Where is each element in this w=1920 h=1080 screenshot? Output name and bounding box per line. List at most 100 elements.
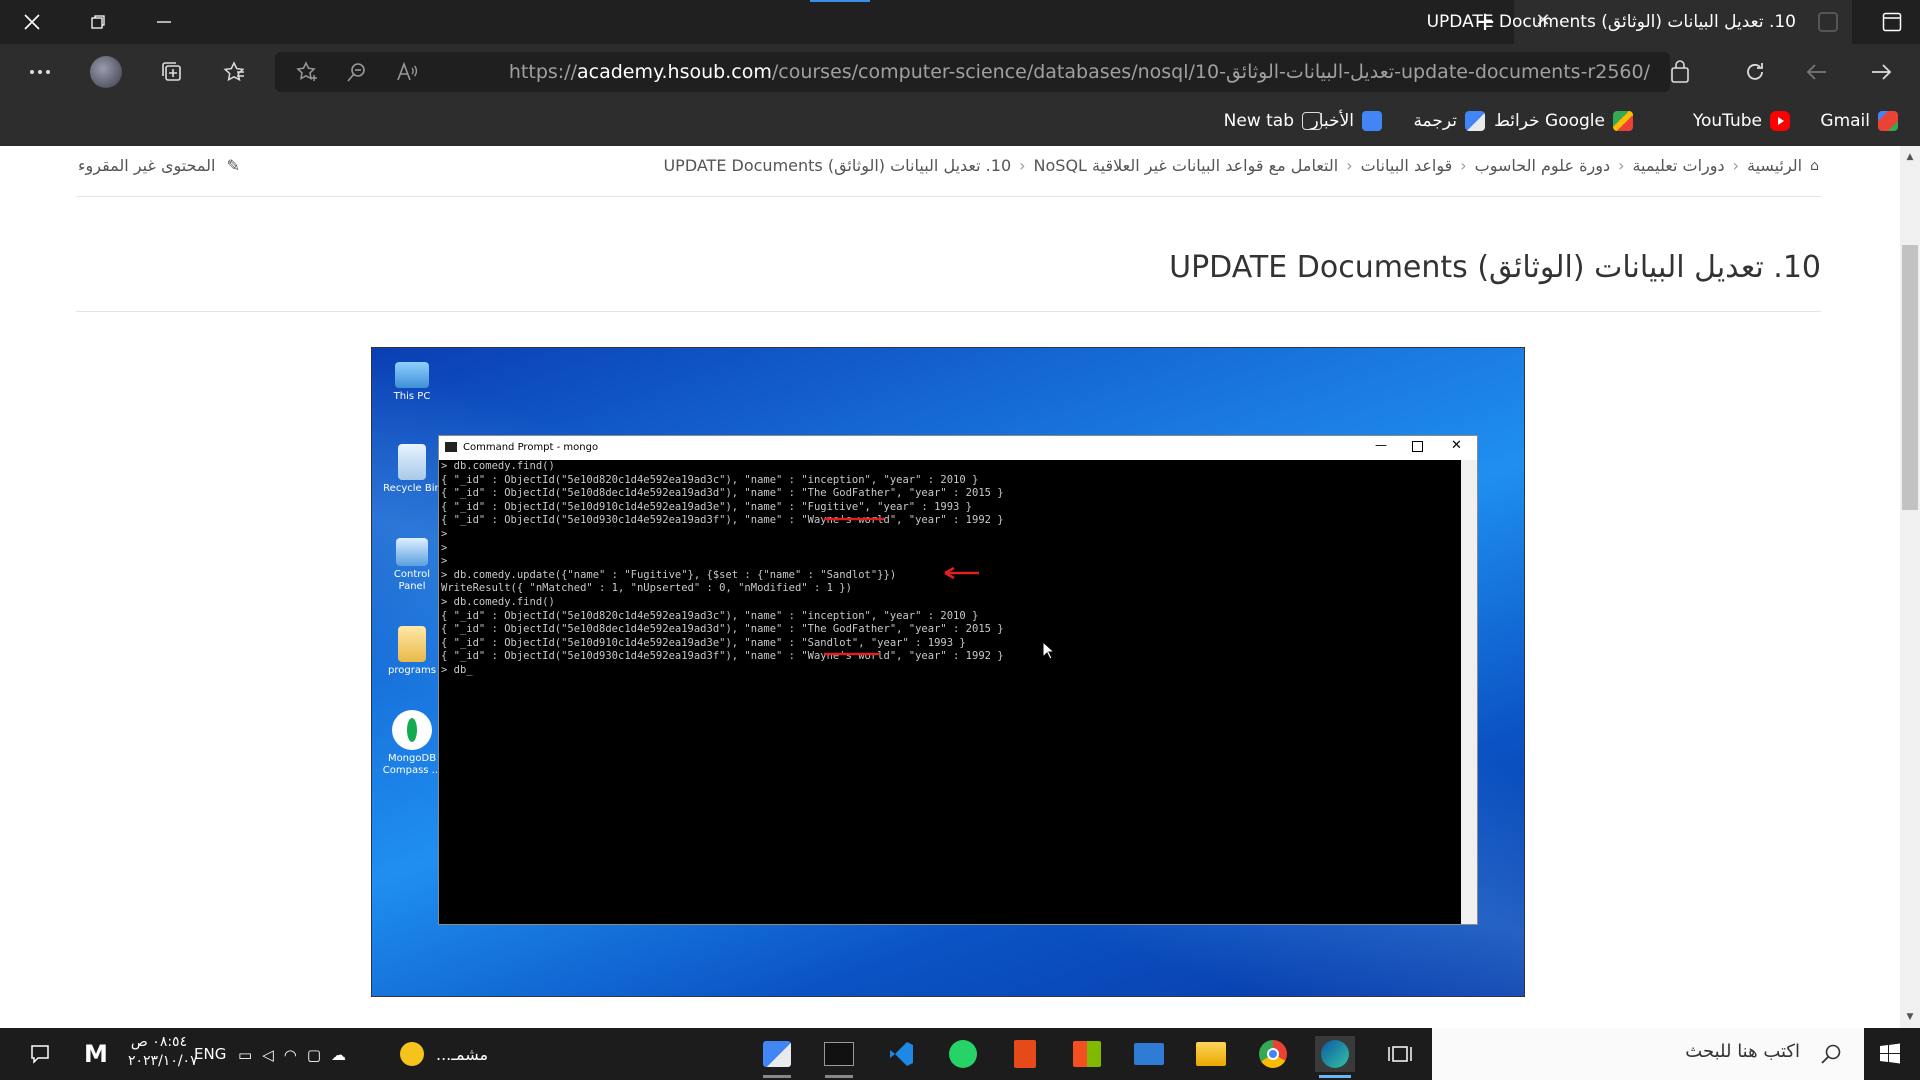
breadcrumb-item-nosql[interactable]: التعامل مع قواعد البيانات غير العلاقية N… (1034, 156, 1339, 175)
shopping-bag-icon (1671, 60, 1689, 83)
forward-button[interactable] (1861, 52, 1901, 92)
system-clock[interactable]: ٠٨:٥٤ ص ٢٠٢٣/١٠/٠٧ (128, 1033, 198, 1071)
chevron-icon: ‹ (1618, 156, 1625, 175)
taskbar-app-mail[interactable] (1129, 1036, 1169, 1072)
app-m-button[interactable]: M (76, 1036, 116, 1072)
profile-button[interactable] (86, 52, 126, 92)
url-host: academy.hsoub.com (576, 61, 772, 83)
favorite-label: خرائط Google (1494, 111, 1605, 131)
taskbar-app-chrome[interactable] (1253, 1036, 1293, 1072)
shopping-button[interactable] (1660, 52, 1700, 92)
running-indicator (763, 1075, 791, 1078)
scroll-down-icon[interactable]: ▼ (1904, 1012, 1916, 1022)
article-screenshot-image: This PC Recycle Bin Control Panel progra… (371, 347, 1525, 997)
back-button[interactable] (1797, 52, 1837, 92)
breadcrumb-item-cs-course[interactable]: دورة علوم الحاسوب (1475, 156, 1610, 175)
volume-icon: ◁ (262, 1046, 284, 1064)
desktop-icon-this-pc: This PC (380, 356, 444, 403)
taskbar-app-store[interactable] (1067, 1036, 1107, 1072)
folder-icon (1196, 1042, 1226, 1066)
desktop-icon-mongodb-compass: MongoDB Compass ... (380, 710, 444, 777)
url-path: /courses/computer-science/databases/nosq… (771, 61, 1650, 83)
pencil-icon: ✎ (226, 156, 240, 175)
refresh-button[interactable] (1735, 52, 1775, 92)
favorite-new-tab[interactable]: New tab (1224, 108, 1322, 134)
desktop-icon-programs: programs (380, 626, 444, 677)
home-icon: ⌂ (1810, 157, 1819, 174)
close-window-button[interactable] (4, 0, 60, 44)
running-indicator (825, 1075, 853, 1078)
control-panel-icon (396, 538, 428, 566)
chevron-icon: ‹ (1732, 156, 1739, 175)
favorite-translate[interactable]: ترجمة (1413, 108, 1485, 134)
read-aloud-icon (397, 61, 418, 81)
system-tray-icons[interactable]: ▭◁◠▢☁ (238, 1046, 356, 1064)
collections-button[interactable] (152, 52, 192, 92)
minimize-window-button[interactable] (136, 0, 192, 44)
office-icon (1014, 1040, 1036, 1068)
url-prefix: https:// (508, 61, 577, 83)
breadcrumb: ⌂ الرئيسية ‹ دورات تعليمية ‹ دورة علوم ا… (663, 156, 1819, 175)
favorites-button[interactable] (214, 52, 254, 92)
start-button[interactable] (1870, 1036, 1910, 1072)
device-icon: ▢ (306, 1046, 332, 1064)
computer-icon (395, 362, 429, 388)
vscode-icon (890, 1042, 913, 1066)
favorite-youtube[interactable]: YouTube (1693, 108, 1790, 134)
unread-content-link[interactable]: المحتوى غير المقروء ✎ (78, 156, 240, 175)
breadcrumb-item-courses[interactable]: دورات تعليمية (1632, 156, 1724, 175)
favorite-label: YouTube (1692, 111, 1762, 131)
more-menu-button[interactable] (20, 52, 60, 92)
taskbar-app-terminal[interactable] (819, 1036, 859, 1072)
store-icon (1073, 1041, 1101, 1067)
notifications-button[interactable] (20, 1036, 60, 1072)
taskbar-app-whatsapp[interactable] (943, 1036, 983, 1072)
address-bar[interactable]: https://academy.hsoub.com/courses/comput… (275, 52, 1670, 92)
taskbar-app-vscode[interactable] (881, 1036, 921, 1072)
tab-active[interactable]: ✕ 10. تعديل البيانات (الوثائق) UPDATE Do… (1427, 0, 1852, 44)
mouse-cursor-icon (1042, 641, 1056, 660)
url-text[interactable]: https://academy.hsoub.com/courses/comput… (509, 61, 1650, 83)
weather-label[interactable]: مشمـ... (436, 1045, 488, 1064)
task-view-button[interactable] (1380, 1036, 1420, 1072)
clock-date: ٢٠٢٣/١٠/٠٧ (128, 1053, 198, 1069)
breadcrumb-item-databases[interactable]: قواعد البيانات (1361, 156, 1453, 175)
newtab-icon (1302, 112, 1322, 130)
command-prompt-window: Command Prompt - mongo — ✕ > db.comedy.f… (438, 435, 1478, 925)
taskbar-app-file-explorer[interactable] (1191, 1036, 1231, 1072)
minimize-icon (157, 21, 171, 23)
tab-actions-button[interactable] (1864, 0, 1920, 44)
zoom-icon (347, 63, 365, 82)
edge-icon (1321, 1040, 1349, 1068)
clock-time: ٠٨:٥٤ ص (130, 1034, 188, 1050)
taskbar-app-office[interactable] (1005, 1036, 1045, 1072)
mail-icon (1134, 1043, 1164, 1065)
terminal-app-icon (824, 1042, 854, 1066)
divider (76, 311, 1821, 312)
chrome-icon (1259, 1040, 1287, 1068)
m-logo-icon: M (84, 1040, 108, 1068)
red-annotations (824, 517, 979, 656)
taskbar-app-edge[interactable] (1315, 1036, 1355, 1072)
add-favorite-button[interactable] (287, 52, 327, 92)
desktop-icon-label: Control Panel (393, 569, 431, 592)
favorite-label: ترجمة (1413, 111, 1457, 131)
read-aloud-button[interactable] (387, 52, 427, 92)
taskbar-search-box[interactable]: اكتب هنا للبحث (1432, 1028, 1864, 1080)
wifi-icon: ◠ (283, 1046, 307, 1064)
favorite-google-maps[interactable]: خرائط Google (1494, 108, 1633, 134)
restore-icon (91, 15, 105, 29)
restore-window-button[interactable] (70, 0, 126, 44)
collections-icon (162, 62, 181, 81)
input-language[interactable]: ENG (194, 1045, 226, 1063)
breadcrumb-item-home[interactable]: الرئيسية (1747, 156, 1802, 175)
favorite-gmail[interactable]: Gmail (1820, 108, 1898, 134)
taskbar-app-translate[interactable] (757, 1036, 797, 1072)
scrollbar-thumb[interactable] (1902, 245, 1918, 510)
desktop-icon-recycle-bin: Recycle Bin (380, 444, 444, 495)
weather-sun-icon[interactable] (400, 1042, 424, 1066)
zoom-button[interactable] (337, 52, 377, 92)
scroll-up-icon[interactable]: ▲ (1904, 152, 1916, 162)
red-arrow-icon (944, 566, 979, 580)
arrow-left-icon (1806, 64, 1826, 80)
